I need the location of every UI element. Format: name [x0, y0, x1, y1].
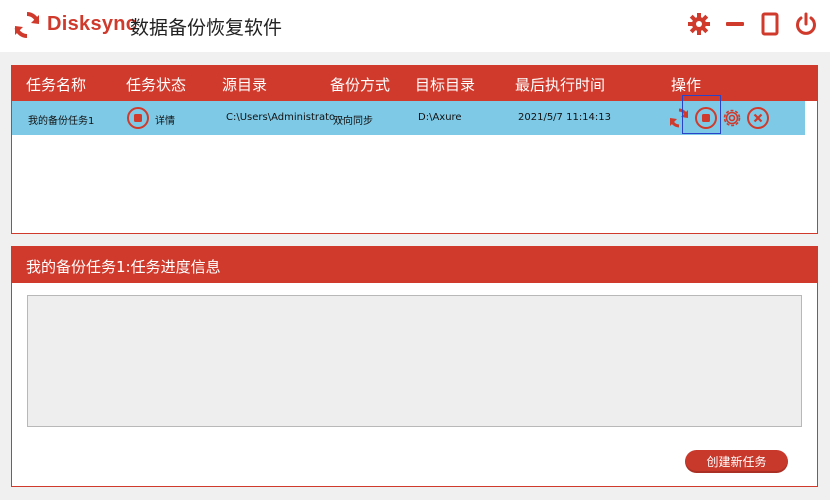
column-header-target: 目标目录 [415, 76, 476, 94]
column-header-name: 任务名称 [26, 76, 87, 94]
column-header-source: 源目录 [222, 76, 268, 94]
maximize-button[interactable] [755, 9, 785, 39]
progress-header: 我的备份任务1:任务进度信息 [12, 247, 817, 283]
task-name: 我的备份任务1 [28, 116, 95, 127]
gear-icon [688, 13, 710, 35]
close-button[interactable] [791, 9, 821, 39]
progress-panel: 我的备份任务1:任务进度信息 创建新任务 [11, 246, 818, 487]
refresh-logo-icon [14, 12, 40, 38]
column-header-method: 备份方式 [330, 76, 391, 94]
maximize-icon [761, 12, 779, 36]
stop-status-icon[interactable] [126, 106, 150, 130]
app-title: 数据备份恢复软件 [130, 17, 283, 39]
column-header-last-run: 最后执行时间 [515, 76, 606, 94]
progress-log-area[interactable] [27, 295, 802, 427]
close-circle-icon[interactable] [746, 106, 770, 130]
minimize-button[interactable] [720, 9, 750, 39]
brand-name: Disksync [47, 13, 138, 35]
settings-button[interactable] [684, 9, 714, 39]
task-last-run: 2021/5/7 11:14:13 [518, 112, 612, 123]
task-source: C:\Users\Administrato... [226, 112, 345, 123]
column-header-operations: 操作 [671, 76, 702, 94]
status-detail-link[interactable]: 详情 [155, 112, 175, 127]
task-target: D:\Axure [418, 112, 462, 123]
power-icon [796, 12, 816, 35]
title-bar: Disksync 数据备份恢复软件 [0, 0, 830, 52]
column-header-status: 任务状态 [126, 76, 187, 94]
minimize-icon [726, 22, 744, 26]
progress-title: 我的备份任务1:任务进度信息 [26, 258, 221, 276]
task-method: 双向同步 [333, 116, 373, 127]
create-task-button[interactable]: 创建新任务 [685, 450, 788, 473]
task-table-panel: 任务名称 任务状态 源目录 备份方式 目标目录 最后执行时间 操作 我的备份任务… [11, 65, 818, 234]
gear-icon[interactable] [720, 106, 744, 130]
focus-highlight [682, 95, 721, 134]
